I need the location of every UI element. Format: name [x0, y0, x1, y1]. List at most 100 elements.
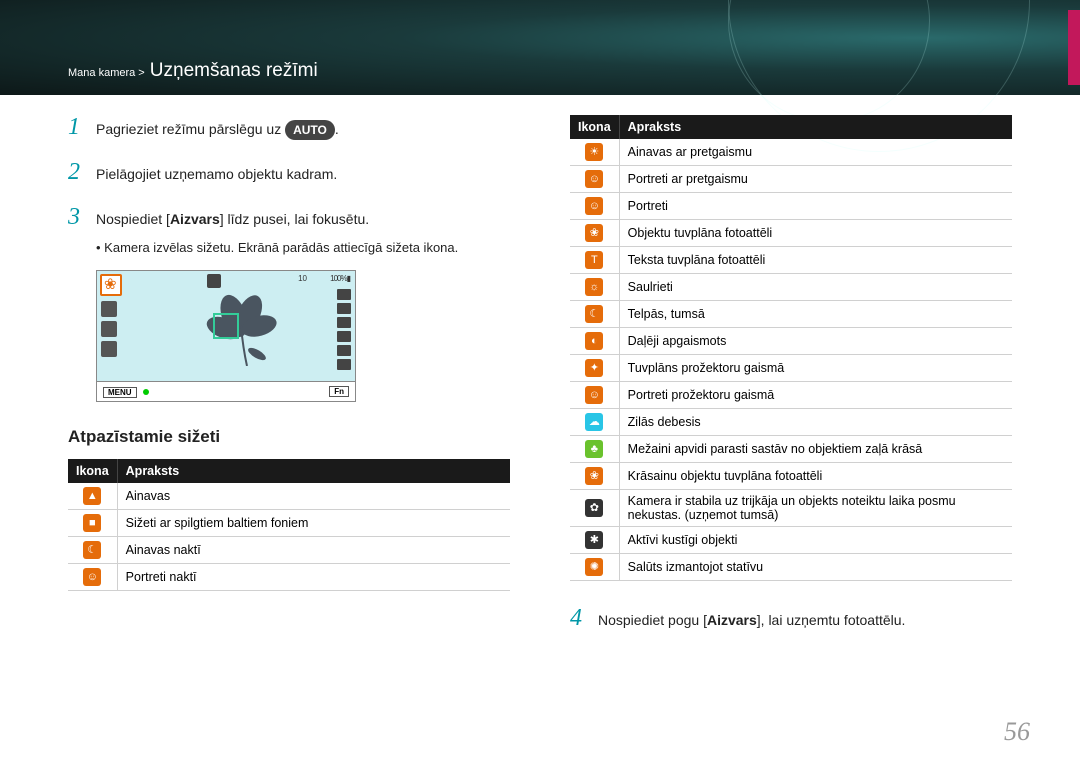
row-icon-cell: ✦ — [570, 355, 619, 382]
status-dot-icon — [143, 389, 149, 395]
row-desc: Salūts izmantojot statīvu — [619, 554, 1012, 581]
scene-icon: ▲ — [83, 487, 101, 505]
left-icon-column — [101, 301, 117, 357]
col-icon: Ikona — [570, 115, 619, 139]
step-1: 1 Pagrieziet režīmu pārslēgu uz AUTO. — [68, 115, 510, 140]
right-column: Ikona Apraksts ☀Ainavas ar pretgaismu☺Po… — [570, 115, 1012, 651]
auto-badge: AUTO — [285, 120, 335, 140]
table-row: ☁ Zilās debesis — [570, 409, 1012, 436]
table-row: ♣Mežaini apvidi parasti sastāv no objekt… — [570, 436, 1012, 463]
scene-icon: ■ — [83, 514, 101, 532]
table-row: ☾ Ainavas naktī — [68, 537, 510, 564]
step-2: 2 Pielāgojiet uzņemamo objektu kadram. — [68, 160, 510, 185]
row-icon-cell: ■ — [68, 510, 117, 537]
table-row: ■ Sižeti ar spilgtiem baltiem foniem — [68, 510, 510, 537]
col-desc: Apraksts — [619, 115, 1012, 139]
scene-icon: ☺ — [83, 568, 101, 586]
row-desc: Tuvplāns prožektoru gaismā — [619, 355, 1012, 382]
left-column: 1 Pagrieziet režīmu pārslēgu uz AUTO. 2 … — [68, 115, 510, 651]
table-row: ☺ Portreti naktī — [68, 564, 510, 591]
scene-icon: ☺ — [585, 386, 603, 404]
row-desc: Portreti prožektoru gaismā — [619, 382, 1012, 409]
fn-button: Fn — [329, 386, 349, 397]
camera-screen-illustration: 10 100%▮ — [96, 270, 356, 402]
scene-icon: ☺ — [585, 197, 603, 215]
row-desc: Saulrieti — [619, 274, 1012, 301]
breadcrumb-path: Mana kamera > — [68, 67, 145, 79]
row-desc: Portreti naktī — [117, 564, 510, 591]
row-icon-cell: ◐ — [570, 328, 619, 355]
row-icon-cell: ☺ — [570, 193, 619, 220]
row-desc: Ainavas naktī — [117, 537, 510, 564]
row-desc: Portreti — [619, 193, 1012, 220]
menu-button: MENU — [103, 387, 137, 398]
row-desc: Mežaini apvidi parasti sastāv no objekti… — [619, 436, 1012, 463]
row-desc: Objektu tuvplāna fotoattēli — [619, 220, 1012, 247]
row-desc: Krāsainu objektu tuvplāna fotoattēli — [619, 463, 1012, 490]
row-icon-cell: ✱ — [570, 527, 619, 554]
table-row: ☺ Portreti prožektoru gaismā — [570, 382, 1012, 409]
table-row: ✺Salūts izmantojot statīvu — [570, 554, 1012, 581]
subheading: Atpazīstamie sižeti — [68, 427, 510, 447]
page-content: 1 Pagrieziet režīmu pārslēgu uz AUTO. 2 … — [68, 115, 1012, 651]
row-desc: Sižeti ar spilgtiem baltiem foniem — [117, 510, 510, 537]
table-row: ☺Portreti ar pretgaismu — [570, 166, 1012, 193]
table-row: ☼ Saulrieti — [570, 274, 1012, 301]
row-desc: Zilās debesis — [619, 409, 1012, 436]
step-number: 3 — [68, 205, 84, 229]
scenes-table-left: Ikona Apraksts ▲Ainavas■Sižeti ar spilgt… — [68, 459, 510, 591]
shot-count: 10 — [298, 274, 307, 283]
row-desc: Teksta tuvplāna fotoattēli — [619, 247, 1012, 274]
row-icon-cell: T — [570, 247, 619, 274]
section-tab — [1068, 10, 1080, 85]
breadcrumb: Mana kamera > Uzņemšanas režīmi — [68, 60, 318, 82]
row-icon-cell: ♣ — [570, 436, 619, 463]
row-desc: Ainavas ar pretgaismu — [619, 139, 1012, 166]
row-icon-cell: ☁ — [570, 409, 619, 436]
scene-icon: ❀ — [585, 467, 603, 485]
row-icon-cell: ▲ — [68, 483, 117, 510]
row-icon-cell: ☺ — [570, 382, 619, 409]
screen-preview: 10 100%▮ — [97, 271, 355, 381]
row-icon-cell: ☺ — [570, 166, 619, 193]
table-row: ✦ Tuvplāns prožektoru gaismā — [570, 355, 1012, 382]
row-icon-cell: ✺ — [570, 554, 619, 581]
row-icon-cell: ☾ — [570, 301, 619, 328]
scene-icon: ☀ — [585, 143, 603, 161]
scene-icon: ❀ — [585, 224, 603, 242]
page-title: Uzņemšanas režīmi — [150, 60, 318, 81]
table-row: ✿Kamera ir stabila uz trijkāja un objekt… — [570, 490, 1012, 527]
step-number: 4 — [570, 606, 586, 630]
row-desc: Ainavas — [117, 483, 510, 510]
scene-icon: ✦ — [585, 359, 603, 377]
table-row: ☀ Ainavas ar pretgaismu — [570, 139, 1012, 166]
table-row: ▲ Ainavas — [68, 483, 510, 510]
row-desc: Telpās, tumsā — [619, 301, 1012, 328]
table-row: ☾ Telpās, tumsā — [570, 301, 1012, 328]
row-desc: Daļēji apgaismots — [619, 328, 1012, 355]
step-4: 4 Nospiediet pogu [Aizvars], lai uzņemtu… — [570, 606, 1012, 631]
row-desc: Portreti ar pretgaismu — [619, 166, 1012, 193]
page-number: 56 — [1004, 717, 1030, 747]
step-text: Pielāgojiet uzņemamo objektu kadram. — [96, 160, 337, 185]
scene-icon: ✱ — [585, 531, 603, 549]
table-row: ◐ Daļēji apgaismots — [570, 328, 1012, 355]
row-icon-cell: ✿ — [570, 490, 619, 527]
scene-icon: ✿ — [585, 499, 603, 517]
scene-icon: ◐ — [585, 332, 603, 350]
scene-icon — [100, 274, 122, 296]
scene-icon: ☾ — [585, 305, 603, 323]
step-number: 1 — [68, 115, 84, 139]
right-icon-column — [337, 289, 351, 370]
row-icon-cell: ☺ — [68, 564, 117, 591]
focus-indicator — [213, 313, 239, 339]
table-row: ☺ Portreti — [570, 193, 1012, 220]
scene-icon: ☾ — [83, 541, 101, 559]
scene-icon: ☁ — [585, 413, 603, 431]
step-3-bullet: Kamera izvēlas sižetu. Ekrānā parādās at… — [96, 240, 510, 255]
battery-icon: 100%▮ — [330, 274, 350, 283]
step-text: Nospiediet [Aizvars] līdz pusei, lai fok… — [96, 205, 369, 230]
step-3: 3 Nospiediet [Aizvars] līdz pusei, lai f… — [68, 205, 510, 230]
scene-icon: ☼ — [585, 278, 603, 296]
step-number: 2 — [68, 160, 84, 184]
